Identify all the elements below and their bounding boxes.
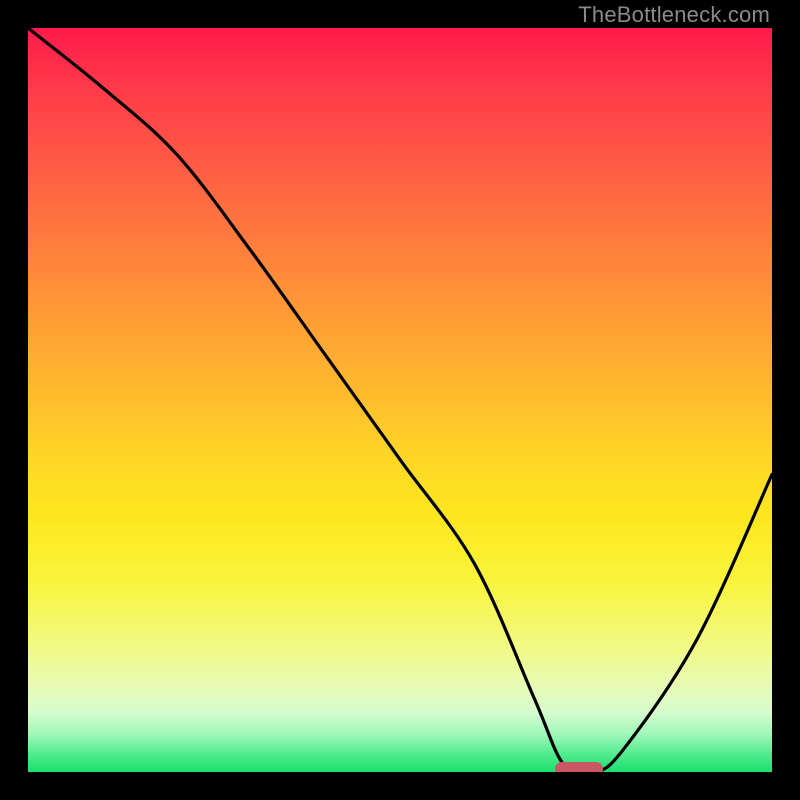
- curve-path: [28, 28, 772, 772]
- chart-frame: TheBottleneck.com: [0, 0, 800, 800]
- watermark-text: TheBottleneck.com: [578, 2, 770, 28]
- plot-area: [28, 28, 772, 772]
- bottleneck-curve: [28, 28, 772, 772]
- optimal-marker: [555, 762, 603, 772]
